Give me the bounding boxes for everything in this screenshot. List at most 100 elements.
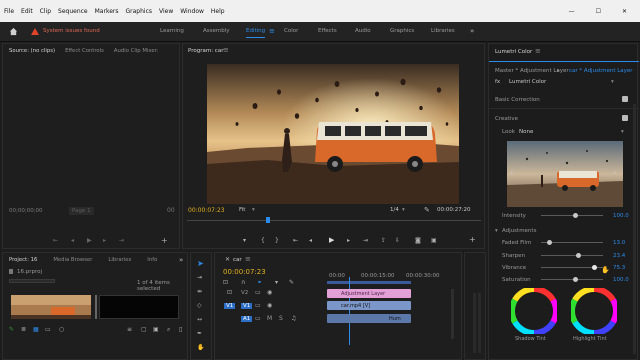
resolution-dropdown-icon[interactable]: ▾ (402, 207, 405, 213)
look-select[interactable]: None (519, 129, 533, 135)
add-marker-icon[interactable]: ▾ (243, 238, 246, 244)
timeline-menu-icon[interactable]: ≡ (245, 255, 251, 263)
tab-libraries[interactable]: Libraries (108, 257, 131, 263)
source-prev-icon[interactable]: ⇤ (53, 238, 58, 244)
workspace-libraries[interactable]: Libraries (431, 28, 455, 34)
program-fit-select[interactable]: Fit (239, 207, 245, 213)
timeline-timecode[interactable]: 00:00:07:23 (223, 268, 266, 276)
track-label-v2[interactable]: V2 (241, 290, 248, 296)
maximize-button[interactable]: ☐ (596, 8, 601, 15)
intensity-value[interactable]: 100.0 (613, 213, 629, 219)
trash-icon[interactable]: ▯ (179, 327, 182, 333)
basic-correction-checkbox[interactable] (622, 96, 628, 102)
a1-sync-lock-icon[interactable]: ▭ (255, 316, 261, 322)
program-timecode[interactable]: 00:00:07:23 (188, 207, 225, 214)
track-source-v1[interactable]: V1 (224, 303, 236, 309)
razor-tool-icon[interactable]: ◇ (197, 303, 202, 309)
wrench-icon[interactable]: ✎ (424, 206, 430, 214)
step-forward-icon[interactable]: ▸ (347, 238, 350, 244)
lumetri-title[interactable]: Lumetri Color (495, 49, 532, 55)
workspace-overflow-icon[interactable]: » (470, 27, 474, 35)
faded-film-slider-knob[interactable] (547, 240, 553, 245)
tab-media-browser[interactable]: Media Browser (53, 257, 92, 263)
linked-selection-icon[interactable]: ⚭ (257, 280, 262, 286)
master-dropdown-icon[interactable]: ▸ (557, 68, 560, 74)
freeform-view-icon[interactable]: ▭ (45, 327, 51, 333)
project-overflow-icon[interactable]: » (179, 256, 183, 264)
a1-solo-icon[interactable]: S (279, 316, 283, 322)
a1-mute-icon[interactable]: M (267, 316, 272, 322)
workspace-audio[interactable]: Audio (355, 28, 371, 34)
section-creative[interactable]: Creative (495, 116, 518, 122)
project-clip-thumbnail-car[interactable] (11, 295, 91, 319)
export-frame-camera-icon[interactable]: ◙ (415, 238, 421, 244)
workspace-menu-icon[interactable]: ≡ (269, 27, 275, 35)
add-marker-timeline-icon[interactable]: ▾ (275, 280, 278, 286)
go-to-in-icon[interactable]: ⇤ (293, 238, 298, 244)
saturation-slider-knob[interactable] (572, 277, 578, 282)
tab-source[interactable]: Source: (no clips) (9, 48, 55, 54)
program-scrub-bar[interactable] (187, 220, 481, 221)
program-panel-menu-icon[interactable]: ≡ (223, 46, 229, 54)
project-clip-thumbnail-black[interactable] (99, 295, 179, 319)
track-label-a1[interactable]: A1 (241, 316, 253, 322)
workspace-learning[interactable]: Learning (160, 28, 184, 34)
lumetri-effect-name[interactable]: Lumetri Color (509, 79, 546, 85)
sharpen-slider-track[interactable] (541, 255, 603, 256)
program-add-button-icon[interactable]: + (469, 236, 476, 244)
look-next-chevron-icon[interactable]: › (613, 168, 616, 177)
v2-sync-lock-icon[interactable]: ▭ (255, 290, 261, 296)
program-title[interactable]: Program: car (188, 48, 223, 54)
v1-sync-lock-icon[interactable]: ▭ (255, 303, 261, 309)
ripple-edit-tool-icon[interactable]: ⇹ (197, 289, 202, 295)
project-search-input[interactable] (9, 279, 55, 283)
menu-edit[interactable]: Edit (21, 8, 33, 15)
intensity-slider-knob[interactable] (573, 213, 579, 218)
find-icon[interactable]: ⌕ (167, 327, 170, 333)
program-playhead[interactable] (266, 217, 270, 223)
icon-view-icon[interactable]: ▦ (33, 327, 39, 333)
effect-dropdown-icon[interactable]: ▾ (611, 79, 614, 85)
adjustments-chevron-icon[interactable]: ▾ (495, 228, 498, 234)
minimize-button[interactable]: — (569, 8, 575, 15)
look-dropdown-icon[interactable]: ▾ (621, 129, 624, 135)
lumetri-menu-icon[interactable]: ≡ (535, 47, 541, 55)
clip-car-audio[interactable]: Hum (327, 314, 411, 323)
fit-dropdown-icon[interactable]: ▾ (252, 207, 255, 213)
creative-checkbox[interactable] (622, 115, 628, 121)
extract-icon[interactable]: ⇩ (395, 238, 400, 244)
sort-icon[interactable]: ≡ (127, 327, 132, 333)
system-issues-warning[interactable]: System issues found (43, 28, 100, 34)
timeline-close-icon[interactable]: ✕ (225, 256, 230, 263)
menu-view[interactable]: View (159, 8, 173, 15)
section-adjustments[interactable]: Adjustments (502, 228, 536, 234)
workspace-assembly[interactable]: Assembly (203, 28, 230, 34)
new-item-icon[interactable]: ▣ (153, 327, 159, 333)
menu-help[interactable]: Help (211, 8, 225, 15)
zoom-slider-icon[interactable]: ○ (59, 327, 64, 333)
list-view-icon[interactable]: ≣ (21, 327, 26, 333)
sharpen-value[interactable]: 23.4 (613, 253, 625, 259)
tab-audio-clip-mixer[interactable]: Audio Clip Mixer: (114, 48, 159, 54)
source-step-forward-icon[interactable]: ▸ (103, 238, 106, 244)
saturation-value[interactable]: 100.0 (613, 277, 629, 283)
look-prev-chevron-icon[interactable]: ‹ (510, 168, 513, 177)
workspace-graphics[interactable]: Graphics (390, 28, 414, 34)
workspace-editing[interactable]: Editing (246, 28, 266, 38)
source-page-select[interactable]: Page 1 (69, 207, 94, 215)
pen-tool-icon[interactable]: ✒ (197, 331, 202, 337)
slip-tool-icon[interactable]: ↔ (197, 317, 202, 323)
timeline-settings-wrench-icon[interactable]: ✎ (289, 280, 294, 286)
close-button[interactable]: ✕ (622, 8, 627, 15)
lift-icon[interactable]: ⇪ (381, 238, 386, 244)
menu-window[interactable]: Window (180, 8, 204, 15)
clip-car-video[interactable]: car.mp4 [V] (327, 301, 411, 310)
selection-tool-icon[interactable]: ➤ (197, 260, 204, 268)
timeline-work-area-bar[interactable] (327, 281, 411, 284)
menu-graphics[interactable]: Graphics (126, 8, 153, 15)
source-add-button-icon[interactable]: + (161, 237, 168, 245)
go-to-out-icon[interactable]: ⇥ (363, 238, 368, 244)
faded-film-value[interactable]: 13.0 (613, 240, 625, 246)
tab-project[interactable]: Project: 16 (9, 257, 37, 263)
nest-icon[interactable]: ⊡ (223, 280, 228, 286)
